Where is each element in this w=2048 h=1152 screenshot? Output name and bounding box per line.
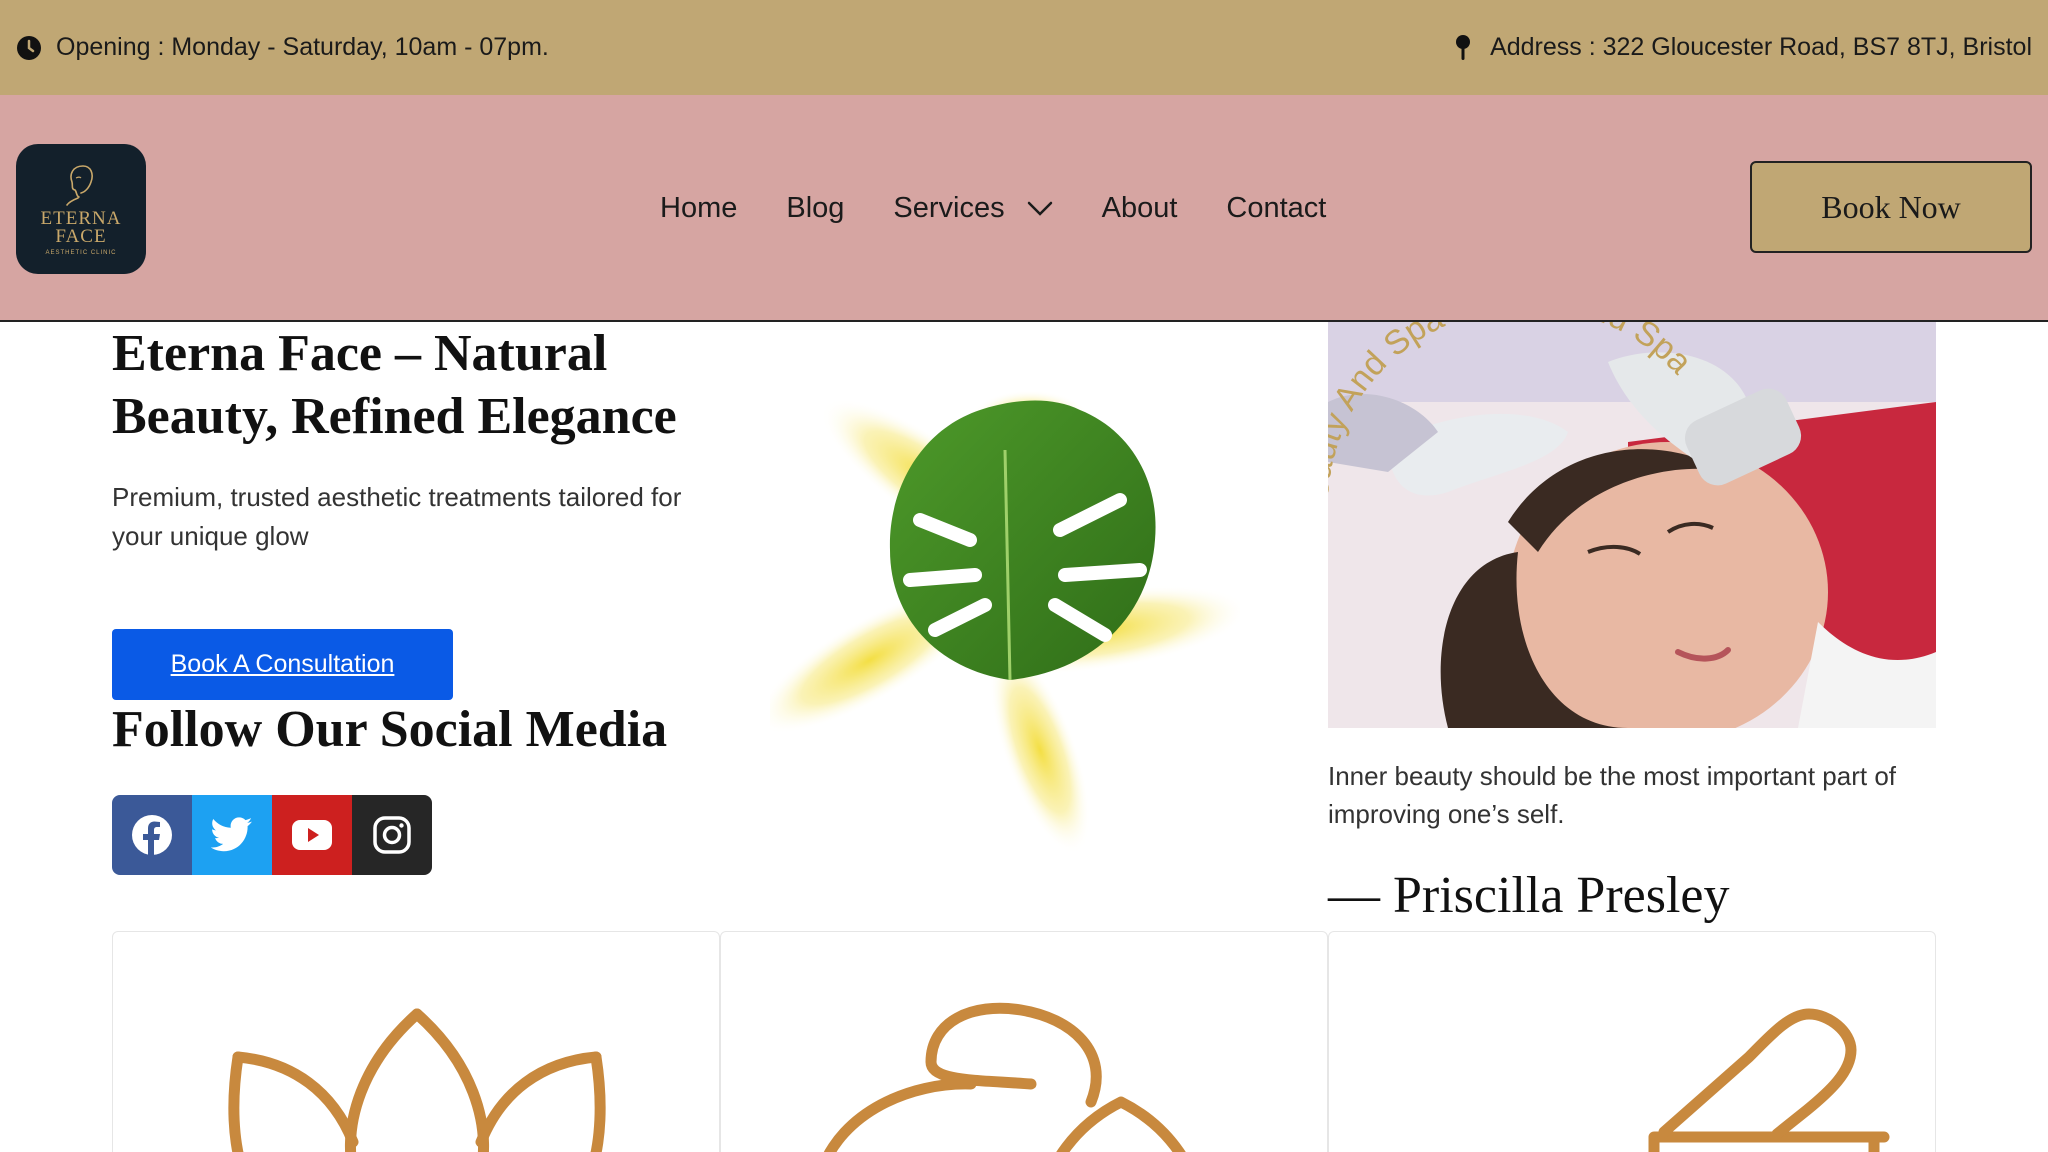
- quote-text: Inner beauty should be the most importan…: [1328, 761, 1897, 829]
- quote-author: — Priscilla Presley: [1328, 867, 1730, 924]
- monstera-leaf-image: [770, 390, 1240, 855]
- nav-blog[interactable]: Blog: [786, 192, 844, 225]
- facial-treatment-photo: Beauty And Spa Beauty And Spa: [1328, 322, 1936, 728]
- nav-about[interactable]: About: [1102, 192, 1178, 225]
- nav-home[interactable]: Home: [660, 192, 737, 225]
- facebook-button[interactable]: [112, 795, 192, 875]
- top-info-bar: Opening : Monday - Saturday, 10am - 07pm…: [0, 0, 2048, 95]
- map-pin-icon: [1456, 34, 1471, 60]
- twitter-icon: [211, 817, 252, 852]
- follow-social-title: Follow Our Social Media: [112, 701, 668, 758]
- stones-icon: [823, 1002, 1186, 1152]
- nav-services[interactable]: Services: [893, 192, 1052, 225]
- lotus-icon: [228, 1008, 606, 1152]
- mortar-icon: [1648, 1008, 1890, 1152]
- feature-card: [1328, 931, 1936, 1152]
- youtube-icon: [292, 820, 332, 850]
- opening-hours: Opening : Monday - Saturday, 10am - 07pm…: [16, 33, 549, 62]
- opening-hours-text: Opening : Monday - Saturday, 10am - 07pm…: [56, 33, 549, 61]
- instagram-button[interactable]: [352, 795, 432, 875]
- facebook-icon: [132, 815, 172, 855]
- feature-cards: [112, 931, 1936, 1152]
- chevron-down-icon[interactable]: [1027, 201, 1053, 217]
- logo-text-face: FACE: [55, 226, 107, 247]
- nav-contact[interactable]: Contact: [1226, 192, 1326, 225]
- book-now-button[interactable]: Book Now: [1750, 161, 2032, 253]
- feature-card: [720, 931, 1328, 1152]
- address: Address : 322 Gloucester Road, BS7 8TJ, …: [1454, 33, 2032, 62]
- site-header: ETERNA FACE AESTHETIC CLINIC Home Blog S…: [0, 95, 2048, 322]
- feature-card: [112, 931, 720, 1152]
- youtube-button[interactable]: [272, 795, 352, 875]
- twitter-button[interactable]: [192, 795, 272, 875]
- address-text: Address : 322 Gloucester Road, BS7 8TJ, …: [1490, 33, 2032, 61]
- book-consultation-button[interactable]: Book A Consultation: [112, 629, 453, 700]
- nav-services-label: Services: [893, 192, 1005, 224]
- logo[interactable]: ETERNA FACE AESTHETIC CLINIC: [16, 144, 146, 274]
- social-links: [112, 795, 432, 875]
- clock-icon: [17, 35, 41, 60]
- hero-subtitle: Premium, trusted aesthetic treatments ta…: [112, 482, 682, 551]
- hero-title: Eterna Face – Natural Beauty, Refined El…: [112, 325, 677, 445]
- instagram-icon: [373, 816, 411, 854]
- face-logo-icon: [66, 165, 93, 206]
- main-nav: Home Blog Services About Contact: [660, 95, 1375, 322]
- logo-tagline: AESTHETIC CLINIC: [45, 250, 117, 256]
